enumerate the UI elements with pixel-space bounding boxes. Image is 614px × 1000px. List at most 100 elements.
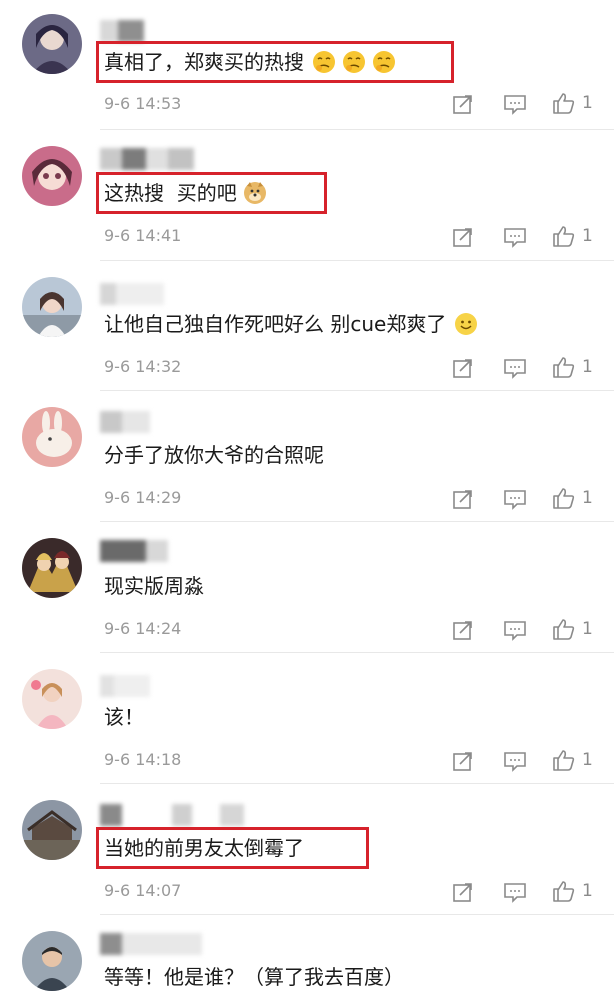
- share-icon: [453, 752, 472, 771]
- share-button[interactable]: [452, 617, 474, 643]
- like-button[interactable]: 1: [552, 747, 593, 773]
- like-button[interactable]: 1: [552, 223, 593, 249]
- comment-icon: [504, 95, 526, 115]
- comment-text: 分手了放你大爷的合照呢: [104, 443, 324, 467]
- comment-text: 现实版周淼: [104, 574, 204, 598]
- avatar[interactable]: [22, 931, 82, 991]
- comment-text: 这热搜 买的吧: [104, 181, 237, 205]
- timestamp: 9-6 14:07: [104, 881, 182, 900]
- comment-text: 该！: [104, 705, 144, 729]
- username-blurred[interactable]: [100, 20, 144, 42]
- thumbs-up-icon: [553, 357, 575, 378]
- like-button[interactable]: 1: [552, 485, 593, 511]
- username-blurred[interactable]: [100, 675, 150, 697]
- comment-text-row: 该！: [104, 703, 144, 731]
- reply-button[interactable]: [503, 355, 527, 381]
- share-button[interactable]: [452, 355, 474, 381]
- username-blurred[interactable]: [100, 283, 164, 305]
- comment-icon: [504, 228, 526, 248]
- comment-text: 当她的前男友太倒霉了: [104, 836, 304, 860]
- username-blurred[interactable]: [100, 411, 150, 433]
- doge-icon: [243, 181, 267, 205]
- comment-item: 这热搜 买的吧 9-6 14:41 1: [0, 130, 614, 261]
- reply-button[interactable]: [503, 224, 527, 250]
- avatar[interactable]: [22, 538, 82, 598]
- reply-button[interactable]: [503, 617, 527, 643]
- share-icon: [453, 490, 472, 509]
- timestamp: 9-6 14:53: [104, 94, 182, 113]
- reply-button[interactable]: [503, 91, 527, 117]
- comment-icon: [504, 752, 526, 772]
- avatar[interactable]: [22, 669, 82, 729]
- reply-button[interactable]: [503, 748, 527, 774]
- share-icon: [453, 359, 472, 378]
- hmm-face-icon: [312, 50, 336, 74]
- like-button[interactable]: 1: [552, 616, 593, 642]
- username-blurred[interactable]: [100, 933, 202, 955]
- reply-button[interactable]: [503, 879, 527, 905]
- comment-text: 让他自己独自作死吧好么 别cue郑爽了: [104, 312, 447, 336]
- avatar[interactable]: [22, 277, 82, 337]
- comment-text: 真相了，郑爽买的热搜: [104, 50, 304, 74]
- comment-item: 等等！他是谁？（算了我去百度）: [0, 915, 614, 1000]
- comment-icon: [504, 883, 526, 903]
- like-button[interactable]: 1: [552, 90, 593, 116]
- comment-text-row: 真相了，郑爽买的热搜: [104, 48, 396, 76]
- like-count: 1: [582, 750, 593, 770]
- comment-item: 让他自己独自作死吧好么 别cue郑爽了 9-6 14:32 1: [0, 261, 614, 391]
- share-button[interactable]: [452, 879, 474, 905]
- username-blurred[interactable]: [100, 148, 194, 170]
- thumbs-up-icon: [553, 226, 575, 247]
- comment-item: 分手了放你大爷的合照呢 9-6 14:29 1: [0, 391, 614, 522]
- thumbs-up-icon: [553, 750, 575, 771]
- comment-icon: [504, 621, 526, 641]
- like-count: 1: [582, 881, 593, 901]
- comment-item: 真相了，郑爽买的热搜 9-6 14:53 1: [0, 0, 614, 130]
- comment-feed: 真相了，郑爽买的热搜 9-6 14:53 1 这热搜 买的吧 9-6 14:41…: [0, 0, 614, 1000]
- comment-text-row: 这热搜 买的吧: [104, 179, 267, 207]
- hmm-face-icon: [372, 50, 396, 74]
- smile-face-icon: [454, 312, 478, 336]
- thumbs-up-icon: [553, 488, 575, 509]
- share-icon: [453, 621, 472, 640]
- comment-text-row: 让他自己独自作死吧好么 别cue郑爽了: [104, 310, 478, 338]
- timestamp: 9-6 14:24: [104, 619, 182, 638]
- comment-text-row: 等等！他是谁？（算了我去百度）: [104, 963, 404, 991]
- share-button[interactable]: [452, 224, 474, 250]
- share-icon: [453, 95, 472, 114]
- comment-text-row: 当她的前男友太倒霉了: [104, 834, 304, 862]
- timestamp: 9-6 14:32: [104, 357, 182, 376]
- comment-icon: [504, 359, 526, 379]
- timestamp: 9-6 14:29: [104, 488, 182, 507]
- comment-text-row: 现实版周淼: [104, 572, 204, 600]
- share-button[interactable]: [452, 91, 474, 117]
- thumbs-up-icon: [553, 93, 575, 114]
- share-button[interactable]: [452, 748, 474, 774]
- share-icon: [453, 228, 472, 247]
- like-count: 1: [582, 488, 593, 508]
- comment-item: 当她的前男友太倒霉了 9-6 14:07 1: [0, 784, 614, 915]
- comment-text-row: 分手了放你大爷的合照呢: [104, 441, 324, 469]
- avatar[interactable]: [22, 146, 82, 206]
- like-button[interactable]: 1: [552, 878, 593, 904]
- like-count: 1: [582, 619, 593, 639]
- comment-text: 等等！他是谁？（算了我去百度）: [104, 965, 404, 989]
- hmm-face-icon: [342, 50, 366, 74]
- like-count: 1: [582, 357, 593, 377]
- like-button[interactable]: 1: [552, 354, 593, 380]
- share-button[interactable]: [452, 486, 474, 512]
- avatar[interactable]: [22, 407, 82, 467]
- like-count: 1: [582, 226, 593, 246]
- thumbs-up-icon: [553, 619, 575, 640]
- share-icon: [453, 883, 472, 902]
- avatar[interactable]: [22, 800, 82, 860]
- reply-button[interactable]: [503, 486, 527, 512]
- username-blurred[interactable]: [100, 540, 168, 562]
- like-count: 1: [582, 93, 593, 113]
- username-blurred[interactable]: [100, 804, 244, 826]
- timestamp: 9-6 14:18: [104, 750, 182, 769]
- comment-icon: [504, 490, 526, 510]
- comment-item: 该！ 9-6 14:18 1: [0, 653, 614, 784]
- thumbs-up-icon: [553, 881, 575, 902]
- avatar[interactable]: [22, 14, 82, 74]
